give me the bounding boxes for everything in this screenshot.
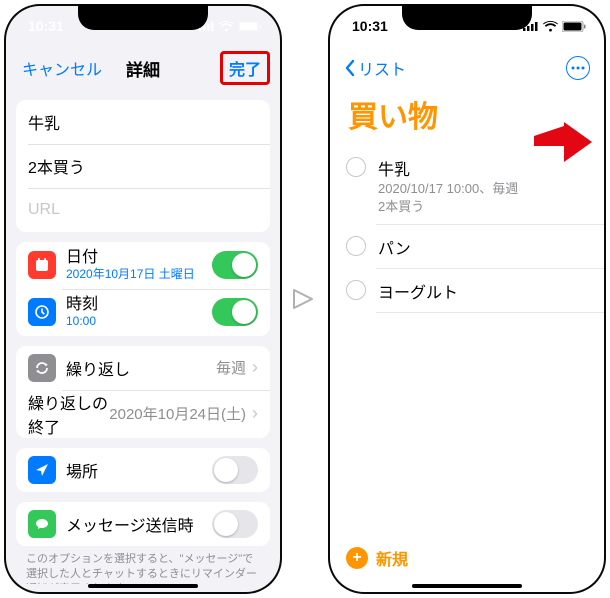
repeat-end-row[interactable]: 繰り返しの終了 2020年10月24日(土) › <box>16 390 270 438</box>
date-row[interactable]: 日付2020年10月17日 土曜日 <box>16 242 270 289</box>
notes-input-row[interactable] <box>16 144 270 188</box>
chevron-right-icon: › <box>252 403 258 424</box>
back-label: リスト <box>358 56 406 80</box>
ellipsis-icon <box>571 66 585 70</box>
url-input[interactable] <box>28 201 258 219</box>
phone-right: 10:31 リスト 買い物 <box>328 4 606 594</box>
item-title: パン <box>378 235 588 259</box>
signal-icon <box>523 21 539 31</box>
location-icon <box>28 456 56 484</box>
done-button[interactable]: 完了 <box>220 51 270 85</box>
message-icon <box>28 510 56 538</box>
group-location: 場所 <box>16 448 270 492</box>
group-messaging: メッセージ送信時 <box>16 502 270 546</box>
date-value: 2020年10月17日 土曜日 <box>66 267 212 283</box>
time-row[interactable]: 時刻10:00 <box>16 289 270 336</box>
home-indicator[interactable] <box>412 584 522 588</box>
time-toggle[interactable] <box>212 298 258 326</box>
transition-arrow <box>285 282 325 316</box>
date-toggle[interactable] <box>212 251 258 279</box>
location-row[interactable]: 場所 <box>16 448 270 492</box>
radio-unchecked-icon[interactable] <box>346 157 366 177</box>
repeat-row[interactable]: 繰り返し 毎週 › <box>16 346 270 390</box>
messaging-footnote: このオプションを選択すると、"メッセージ"で選択した人とチャットするときにリマイ… <box>6 546 280 584</box>
statusbar: 10:31 <box>330 6 604 46</box>
calendar-icon <box>28 251 56 279</box>
new-reminder-label: 新規 <box>376 546 408 570</box>
navbar: キャンセル 詳細 完了 <box>6 46 280 90</box>
navbar: リスト <box>330 46 604 90</box>
phone-left: 10:31 キャンセル 詳細 完了 <box>4 4 282 594</box>
battery-icon <box>238 21 262 32</box>
radio-unchecked-icon[interactable] <box>346 236 366 256</box>
time-value: 10:00 <box>66 314 212 330</box>
radio-unchecked-icon[interactable] <box>346 280 366 300</box>
date-label: 日付 <box>66 248 212 267</box>
new-reminder-button[interactable]: + 新規 <box>346 546 408 570</box>
notes-input[interactable] <box>28 157 258 175</box>
reminder-list: 牛乳 2020/10/17 10:00、毎週 2本買う パン ヨーグルト <box>330 146 604 313</box>
url-input-row[interactable] <box>16 188 270 232</box>
chevron-left-icon <box>344 59 356 77</box>
item-title: ヨーグルト <box>378 279 588 303</box>
repeat-end-label: 繰り返しの終了 <box>28 390 109 438</box>
list-item[interactable]: パン <box>330 225 604 269</box>
back-button[interactable]: リスト <box>344 56 406 80</box>
item-title: 牛乳 <box>378 156 588 180</box>
home-indicator[interactable] <box>88 584 198 588</box>
repeat-value: 毎週 <box>216 357 246 378</box>
repeat-label: 繰り返し <box>66 356 216 380</box>
item-meta: 2本買う <box>378 198 588 216</box>
list-title: 買い物 <box>330 90 604 146</box>
group-datetime: 日付2020年10月17日 土曜日 時刻10:00 <box>16 242 270 336</box>
title-input-row[interactable] <box>16 100 270 144</box>
chevron-right-icon: › <box>252 357 258 378</box>
item-meta: 2020/10/17 10:00、毎週 <box>378 180 588 198</box>
more-button[interactable] <box>566 56 590 80</box>
signal-icon <box>199 21 215 31</box>
statusbar: 10:31 <box>6 6 280 46</box>
group-repeat: 繰り返し 毎週 › 繰り返しの終了 2020年10月24日(土) › <box>16 346 270 438</box>
location-label: 場所 <box>66 458 212 482</box>
list-item[interactable]: 牛乳 2020/10/17 10:00、毎週 2本買う <box>330 146 604 225</box>
group-basic <box>16 100 270 232</box>
status-time: 10:31 <box>352 18 388 34</box>
plus-icon: + <box>346 547 368 569</box>
list-item[interactable]: ヨーグルト <box>330 269 604 313</box>
status-time: 10:31 <box>28 18 64 34</box>
cancel-button[interactable]: キャンセル <box>16 52 108 84</box>
clock-icon <box>28 298 56 326</box>
location-toggle[interactable] <box>212 456 258 484</box>
wifi-icon <box>219 21 234 32</box>
repeat-end-value: 2020年10月24日(土) <box>109 403 246 424</box>
messaging-label: メッセージ送信時 <box>66 512 212 536</box>
title-input[interactable] <box>28 113 258 131</box>
battery-icon <box>562 21 586 32</box>
messaging-row[interactable]: メッセージ送信時 <box>16 502 270 546</box>
repeat-icon <box>28 354 56 382</box>
messaging-toggle[interactable] <box>212 510 258 538</box>
time-label: 時刻 <box>66 295 212 314</box>
wifi-icon <box>543 21 558 32</box>
